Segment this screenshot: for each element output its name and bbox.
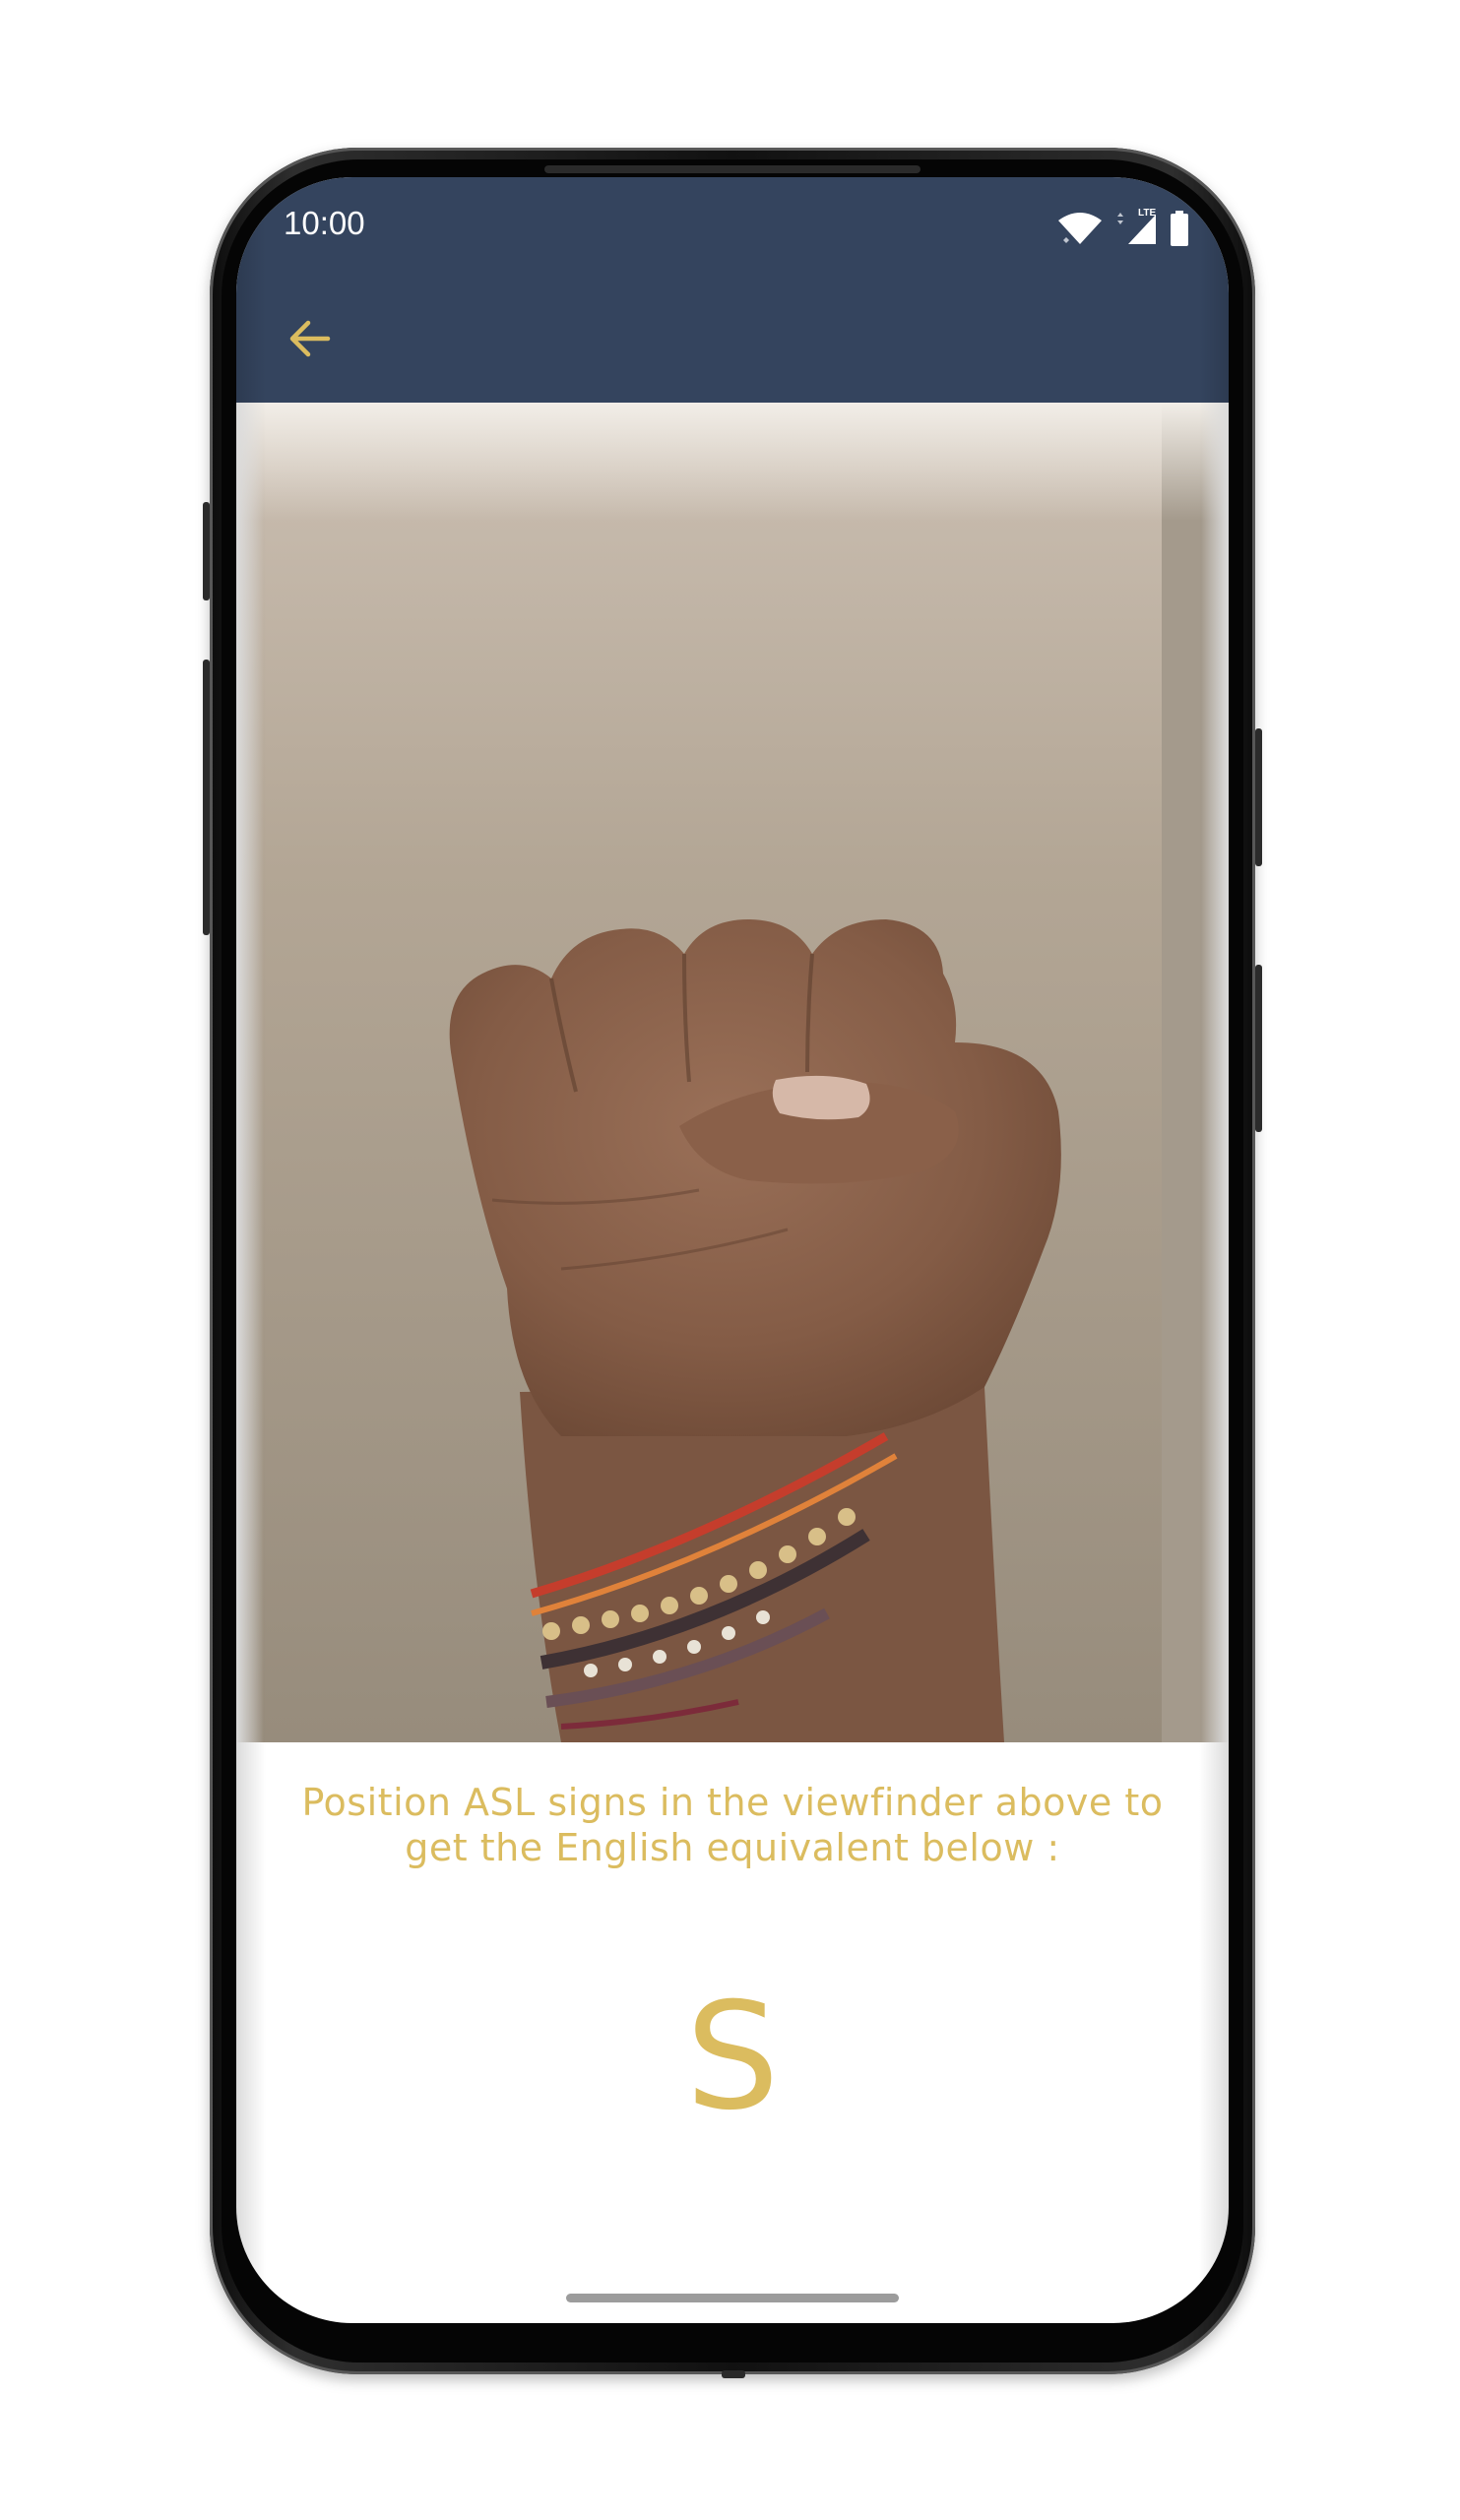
- lte-label: LTE: [1138, 208, 1156, 219]
- usb-port: [722, 2370, 745, 2378]
- app-header: 10:00 LTE: [236, 177, 1229, 403]
- earpiece-speaker: [544, 165, 920, 173]
- status-time: 10:00: [284, 205, 365, 241]
- back-button[interactable]: [274, 303, 345, 374]
- signal-icon: LTE: [1117, 208, 1156, 244]
- wifi-icon: [1058, 213, 1102, 244]
- camera-viewfinder[interactable]: [236, 403, 1229, 1742]
- home-indicator[interactable]: [566, 2294, 899, 2302]
- status-bar: 10:00 LTE: [236, 177, 1229, 276]
- translated-letter: S: [685, 1972, 780, 2143]
- camera-feed: [236, 403, 1229, 1742]
- toolbar: [236, 276, 1229, 403]
- phone-screen: 10:00 LTE Position ASL signs in the view…: [236, 177, 1229, 2323]
- power-button: [1255, 965, 1262, 1132]
- alert-slider: [1255, 728, 1262, 866]
- volume-down-button: [203, 660, 210, 935]
- battery-icon: [1171, 211, 1188, 246]
- instruction-text: Position ASL signs in the viewfinder abo…: [301, 1781, 1164, 1869]
- status-icons: LTE: [1057, 207, 1189, 246]
- arrow-left-icon: [289, 320, 331, 357]
- volume-up-button: [203, 502, 210, 600]
